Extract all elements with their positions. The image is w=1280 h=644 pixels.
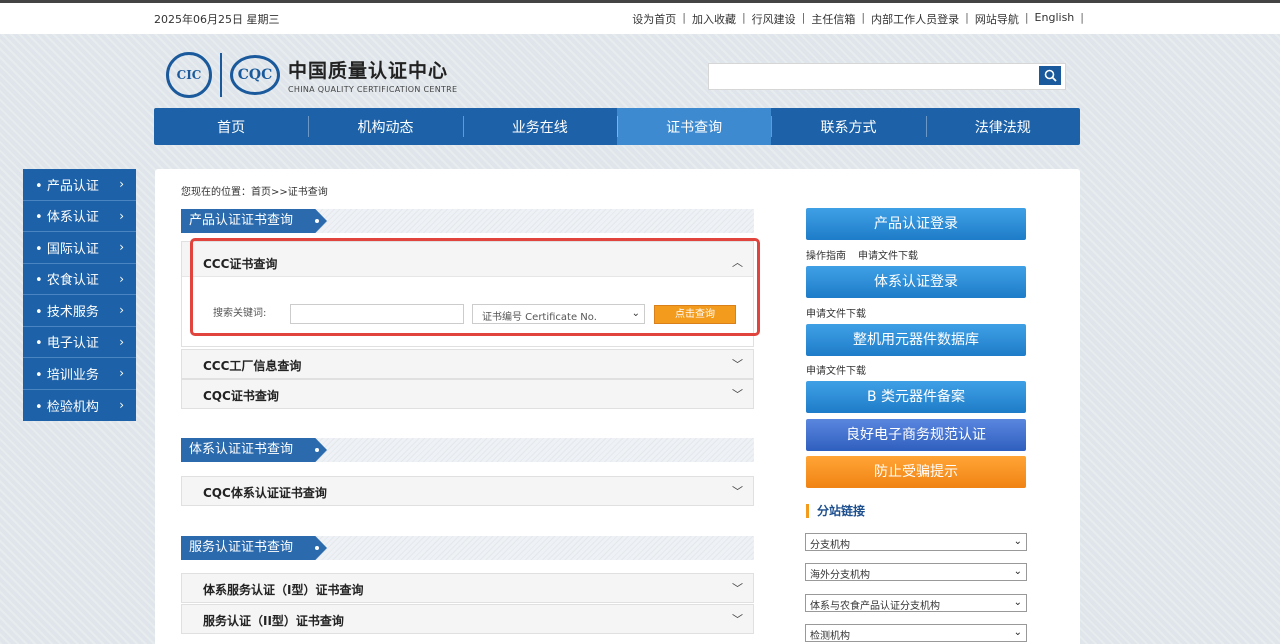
cqc-logo-icon: CQC xyxy=(230,55,280,95)
site-name-en: CHINA QUALITY CERTIFICATION CENTRE xyxy=(288,85,458,94)
cic-logo-icon: CIC xyxy=(166,52,212,98)
accordion-service-type1[interactable]: 体系服务认证（I型）证书查询 ﹀ xyxy=(181,573,754,603)
chevron-right-icon: › xyxy=(119,398,124,413)
breadcrumb: 您现在的位置：首页>>证书查询 xyxy=(181,187,328,198)
accordion-cqc-query[interactable]: CQC证书查询 ﹀ xyxy=(181,379,754,409)
sidebar-item-product-cert[interactable]: • 产品认证 › xyxy=(23,169,136,201)
sidebar-item-agri-food-cert[interactable]: • 农食认证 › xyxy=(23,264,136,295)
b-class-button[interactable]: B 类元器件备案 xyxy=(806,381,1026,413)
chevron-down-icon: ⌄ xyxy=(1013,597,1022,608)
chevron-right-icon: › xyxy=(119,366,124,381)
nav-news[interactable]: 机构动态 xyxy=(308,108,462,145)
accordion-ccc-factory[interactable]: CCC工厂信息查询 ﹀ xyxy=(181,349,754,379)
chevron-down-icon: ⌄ xyxy=(1013,536,1022,547)
link-download-files[interactable]: 申请文件下载 xyxy=(806,366,866,377)
system-agri-branch-dropdown[interactable]: 体系与农食产品认证分支机构 ⌄ xyxy=(805,594,1027,612)
highlight-box xyxy=(190,238,760,336)
section-header-service: 服务认证证书查询 xyxy=(181,536,754,560)
search-button[interactable] xyxy=(1039,66,1061,85)
chevron-down-icon: ﹀ xyxy=(732,388,743,401)
top-utility-bar: 2025年06月25日 星期三 设为首页 | 加入收藏 | 行风建设 | 主任信箱 | … xyxy=(0,0,1280,34)
chevron-down-icon: ﹀ xyxy=(732,582,743,595)
sidebar-item-tech-service[interactable]: • 技术服务 › xyxy=(23,295,136,327)
chevron-down-icon: ⌄ xyxy=(1013,627,1022,638)
product-login-links: 操作指南 申请文件下载 xyxy=(806,247,930,262)
section-header-product: 产品认证证书查询 xyxy=(181,209,754,233)
chevron-right-icon: › xyxy=(119,208,124,223)
testing-org-dropdown[interactable]: 检测机构 ⌄ xyxy=(805,624,1027,642)
nav-laws[interactable]: 法律法规 xyxy=(925,108,1080,145)
chevron-right-icon: › xyxy=(119,334,124,349)
nav-contact[interactable]: 联系方式 xyxy=(771,108,925,145)
chevron-right-icon: › xyxy=(119,177,124,192)
ecommerce-cert-button[interactable]: 良好电子商务规范认证 xyxy=(806,419,1026,451)
chevron-down-icon: ﹀ xyxy=(732,485,743,498)
logo-divider xyxy=(220,53,222,97)
chevron-right-icon: › xyxy=(119,303,124,318)
site-logo[interactable]: CIC CQC 中国质量认证中心 CHINA QUALITY CERTIFICA… xyxy=(166,52,457,98)
chevron-down-icon: ⌄ xyxy=(1013,566,1022,577)
components-db-button[interactable]: 整机用元器件数据库 xyxy=(806,324,1026,356)
section-title-product: 产品认证证书查询 xyxy=(181,209,327,233)
product-login-button[interactable]: 产品认证登录 xyxy=(806,208,1026,240)
section-title-system: 体系认证证书查询 xyxy=(181,438,327,462)
components-links: 申请文件下载 xyxy=(806,362,878,377)
sidebar-item-intl-cert[interactable]: • 国际认证 › xyxy=(23,232,136,264)
chevron-down-icon: ﹀ xyxy=(732,613,743,626)
system-login-button[interactable]: 体系认证登录 xyxy=(806,266,1026,298)
chevron-right-icon: › xyxy=(119,271,124,286)
link-download-files[interactable]: 申请文件下载 xyxy=(806,309,866,320)
link-operation-guide[interactable]: 操作指南 xyxy=(806,251,846,262)
system-login-links: 申请文件下载 xyxy=(806,305,878,320)
link-director-mailbox[interactable]: 主任信箱 xyxy=(805,11,861,27)
link-english[interactable]: English xyxy=(1029,11,1081,27)
accordion-service-type2[interactable]: 服务认证（II型）证书查询 ﹀ xyxy=(181,604,754,634)
sidebar-item-inspection[interactable]: • 检验机构 › xyxy=(23,390,136,422)
link-download-files[interactable]: 申请文件下载 xyxy=(858,251,918,262)
sidebar-item-e-cert[interactable]: • 电子认证 › xyxy=(23,327,136,358)
left-sidebar: • 产品认证 › • 体系认证 › • 国际认证 › • 农食认证 › • 技术服务 › … xyxy=(23,169,136,421)
nav-certificate-query[interactable]: 证书查询 xyxy=(616,108,772,145)
current-date: 2025年06月25日 星期三 xyxy=(154,13,280,26)
sidebar-item-training[interactable]: • 培训业务 › xyxy=(23,358,136,390)
accordion-cqc-system[interactable]: CQC体系认证证书查询 ﹀ xyxy=(181,476,754,506)
section-header-system: 体系认证证书查询 xyxy=(181,438,754,462)
fraud-warning-button[interactable]: 防止受骗提示 xyxy=(806,456,1026,488)
site-name-cn: 中国质量认证中心 xyxy=(288,60,449,82)
link-staff-login[interactable]: 内部工作人员登录 xyxy=(865,11,965,27)
link-conduct[interactable]: 行风建设 xyxy=(746,11,802,27)
top-links: 设为首页 | 加入收藏 | 行风建设 | 主任信箱 | 内部工作人员登录 | 网站导航 | … xyxy=(626,11,1084,27)
site-search-wrapper xyxy=(708,63,1066,90)
main-nav: 首页 机构动态 业务在线 证书查询 联系方式 法律法规 xyxy=(154,108,1080,145)
search-icon xyxy=(1044,69,1057,82)
section-title-service: 服务认证证书查询 xyxy=(181,536,327,560)
chevron-right-icon: › xyxy=(119,240,124,255)
sidebar-item-system-cert[interactable]: • 体系认证 › xyxy=(23,201,136,232)
branch-links-title: 分站链接 xyxy=(806,504,865,518)
link-set-homepage[interactable]: 设为首页 xyxy=(626,11,682,27)
chevron-down-icon: ﹀ xyxy=(732,358,743,371)
nav-business-online[interactable]: 业务在线 xyxy=(462,108,617,145)
link-add-favorite[interactable]: 加入收藏 xyxy=(686,11,742,27)
branch-dropdown[interactable]: 分支机构 ⌄ xyxy=(805,533,1027,551)
link-site-navigation[interactable]: 网站导航 xyxy=(969,11,1025,27)
overseas-branch-dropdown[interactable]: 海外分支机构 ⌄ xyxy=(805,563,1027,581)
nav-home[interactable]: 首页 xyxy=(154,108,308,145)
